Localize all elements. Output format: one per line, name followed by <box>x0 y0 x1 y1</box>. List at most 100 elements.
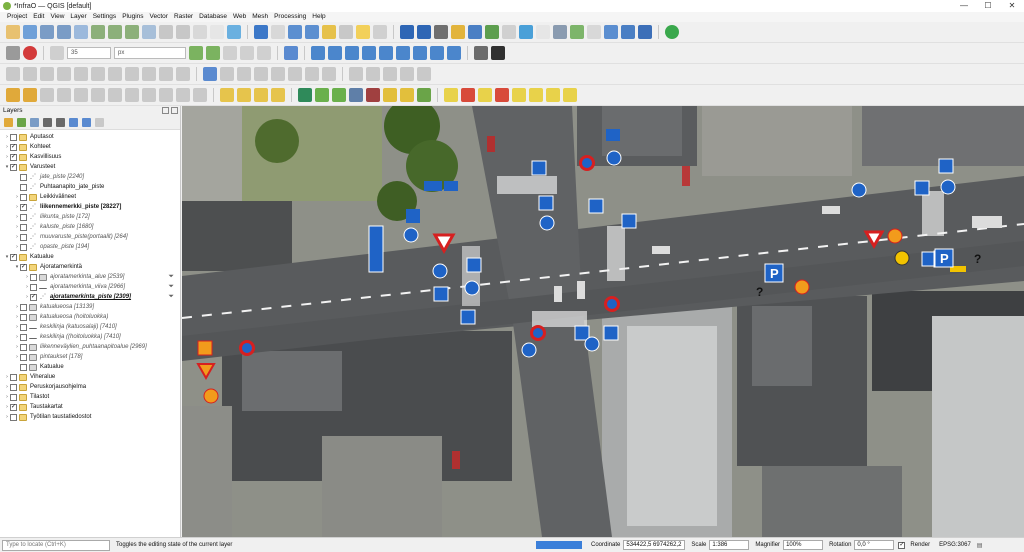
processing-toolbox-icon[interactable] <box>288 25 302 39</box>
filter-icon[interactable]: ⏷ <box>168 293 174 301</box>
layer-visibility-checkbox[interactable] <box>20 243 27 251</box>
magnet-icon[interactable] <box>23 46 37 60</box>
menu-plugins[interactable]: Plugins <box>119 12 146 22</box>
digitize-icon[interactable] <box>189 46 203 60</box>
label-callout-icon[interactable] <box>430 46 444 60</box>
label-abc-icon[interactable] <box>444 88 458 102</box>
layer-visibility-checkbox[interactable] <box>10 133 17 141</box>
layer-visibility-checkbox[interactable] <box>20 323 27 331</box>
layer-visibility-checkbox[interactable] <box>20 173 27 181</box>
menu-help[interactable]: Help <box>309 12 328 22</box>
layer-visibility-checkbox[interactable] <box>20 183 27 191</box>
menu-vector[interactable]: Vector <box>147 12 171 22</box>
zoom-next-icon[interactable] <box>176 25 190 39</box>
layer-tree-item[interactable]: › ⋰ opaste_piste [194] <box>0 242 180 252</box>
filter-icon[interactable]: ⏷ <box>168 273 174 281</box>
render-checkbox[interactable]: ✓ <box>898 541 906 549</box>
layer-tree-item[interactable]: › ✓ Kohteet <box>0 142 180 152</box>
layer-tree-item[interactable]: › ⋰ muuvaruste_piste(portaalit) [264] <box>0 232 180 242</box>
layer-visibility-checkbox[interactable] <box>20 343 27 351</box>
layer-tree-item[interactable]: › ✓ Kasvillisuus <box>0 152 180 162</box>
label-rotate2-icon[interactable] <box>546 88 560 102</box>
topology-icon[interactable] <box>434 25 448 39</box>
pan-icon[interactable] <box>6 25 20 39</box>
plugin-globe-icon[interactable] <box>519 25 533 39</box>
cut-icon[interactable] <box>125 88 139 102</box>
menu-mesh[interactable]: Mesh <box>249 12 271 22</box>
messages-icon[interactable]: ▤ <box>977 542 983 549</box>
layer-tree-item[interactable]: › Tilastot <box>0 392 180 402</box>
offset-point-icon[interactable] <box>305 67 319 81</box>
rotate-symbol-icon[interactable] <box>288 67 302 81</box>
menu-web[interactable]: Web <box>230 12 249 22</box>
panel-close-button[interactable] <box>171 107 178 114</box>
copy-icon[interactable] <box>142 88 156 102</box>
new-map-view-icon[interactable] <box>193 25 207 39</box>
font-size-input[interactable]: 35 <box>67 47 111 59</box>
layer-visibility-checkbox[interactable]: ✓ <box>10 403 17 411</box>
menu-database[interactable]: Database <box>196 12 230 22</box>
panel-float-button[interactable] <box>162 107 169 114</box>
plugin-grid-icon[interactable] <box>502 25 516 39</box>
plugin-tool-icon[interactable] <box>468 25 482 39</box>
layer-visibility-checkbox[interactable] <box>10 373 17 381</box>
advanced-digitizing-icon[interactable] <box>6 67 20 81</box>
diagram-icon[interactable] <box>396 46 410 60</box>
label-rotate-icon[interactable] <box>328 46 342 60</box>
ellipse-tool-icon[interactable] <box>383 67 397 81</box>
crs-button[interactable]: EPSG:3067 <box>939 542 971 548</box>
select-features-icon[interactable] <box>203 67 217 81</box>
layer-tree-item[interactable]: › ✓ Taustakartat <box>0 402 180 412</box>
help-icon[interactable] <box>400 25 414 39</box>
map-search-icon[interactable] <box>315 88 329 102</box>
layer-visibility-checkbox[interactable] <box>20 363 27 371</box>
layer-visibility-checkbox[interactable] <box>20 193 27 201</box>
label-unpin-icon[interactable] <box>495 88 509 102</box>
polygon-tool-icon[interactable] <box>417 67 431 81</box>
collapse-all-icon[interactable] <box>82 118 91 127</box>
split-features-icon[interactable] <box>220 67 234 81</box>
menu-settings[interactable]: Settings <box>90 12 120 22</box>
zoom-to-selection-icon[interactable] <box>108 25 122 39</box>
label-move-icon[interactable] <box>311 46 325 60</box>
layer-visibility-checkbox[interactable] <box>10 393 17 401</box>
annotation-icon[interactable] <box>373 25 387 39</box>
paste-icon[interactable] <box>159 88 173 102</box>
select-by-expression-icon[interactable] <box>237 88 251 102</box>
layer-tree-item[interactable]: › Leikkivälineet <box>0 192 180 202</box>
zoom-in-icon[interactable] <box>40 25 54 39</box>
layer-visibility-checkbox[interactable]: ✓ <box>20 203 27 211</box>
vertex-tool-icon[interactable] <box>206 46 220 60</box>
layer-tree-item[interactable]: ▾ ✓ Katualue <box>0 252 180 262</box>
remove-layer-icon[interactable] <box>95 118 104 127</box>
current-edits-icon[interactable] <box>6 88 20 102</box>
label-show-hide-icon[interactable] <box>362 46 376 60</box>
layer-tree-item[interactable]: › pintaukset [178] <box>0 352 180 362</box>
plugin-layer-icon[interactable] <box>604 25 618 39</box>
plugin-db-icon[interactable] <box>553 25 567 39</box>
scale-field[interactable]: 1:386 <box>709 540 750 550</box>
layer-tree-item[interactable]: ⋰ jate_piste [2240] <box>0 172 180 182</box>
circle-tool-icon[interactable] <box>366 67 380 81</box>
menu-processing[interactable]: Processing <box>271 12 309 22</box>
move-feature-icon[interactable] <box>74 88 88 102</box>
zoom-last-icon[interactable] <box>159 25 173 39</box>
scale-feature-icon[interactable] <box>40 67 54 81</box>
cloud-icon[interactable] <box>349 88 363 102</box>
add-group-icon[interactable] <box>17 118 26 127</box>
rotate-feature-icon[interactable] <box>23 67 37 81</box>
split-parts-icon[interactable] <box>237 67 251 81</box>
layer-visibility-checkbox[interactable] <box>20 313 27 321</box>
add-feature-icon[interactable] <box>57 88 71 102</box>
rotation-field[interactable]: 0,0 ° <box>854 540 895 550</box>
zoom-rubberband-icon[interactable] <box>74 25 88 39</box>
save-edits-icon[interactable] <box>40 88 54 102</box>
zoom-native-icon[interactable] <box>142 25 156 39</box>
expand-all-icon[interactable] <box>69 118 78 127</box>
label-move2-icon[interactable] <box>529 88 543 102</box>
plugin-approve-icon[interactable] <box>570 25 584 39</box>
sum-icon[interactable] <box>322 25 336 39</box>
menu-layer[interactable]: Layer <box>67 12 89 22</box>
coordinate-field[interactable]: 534422,5 6974262,2 <box>623 540 686 550</box>
pan-to-selection-icon[interactable] <box>23 25 37 39</box>
